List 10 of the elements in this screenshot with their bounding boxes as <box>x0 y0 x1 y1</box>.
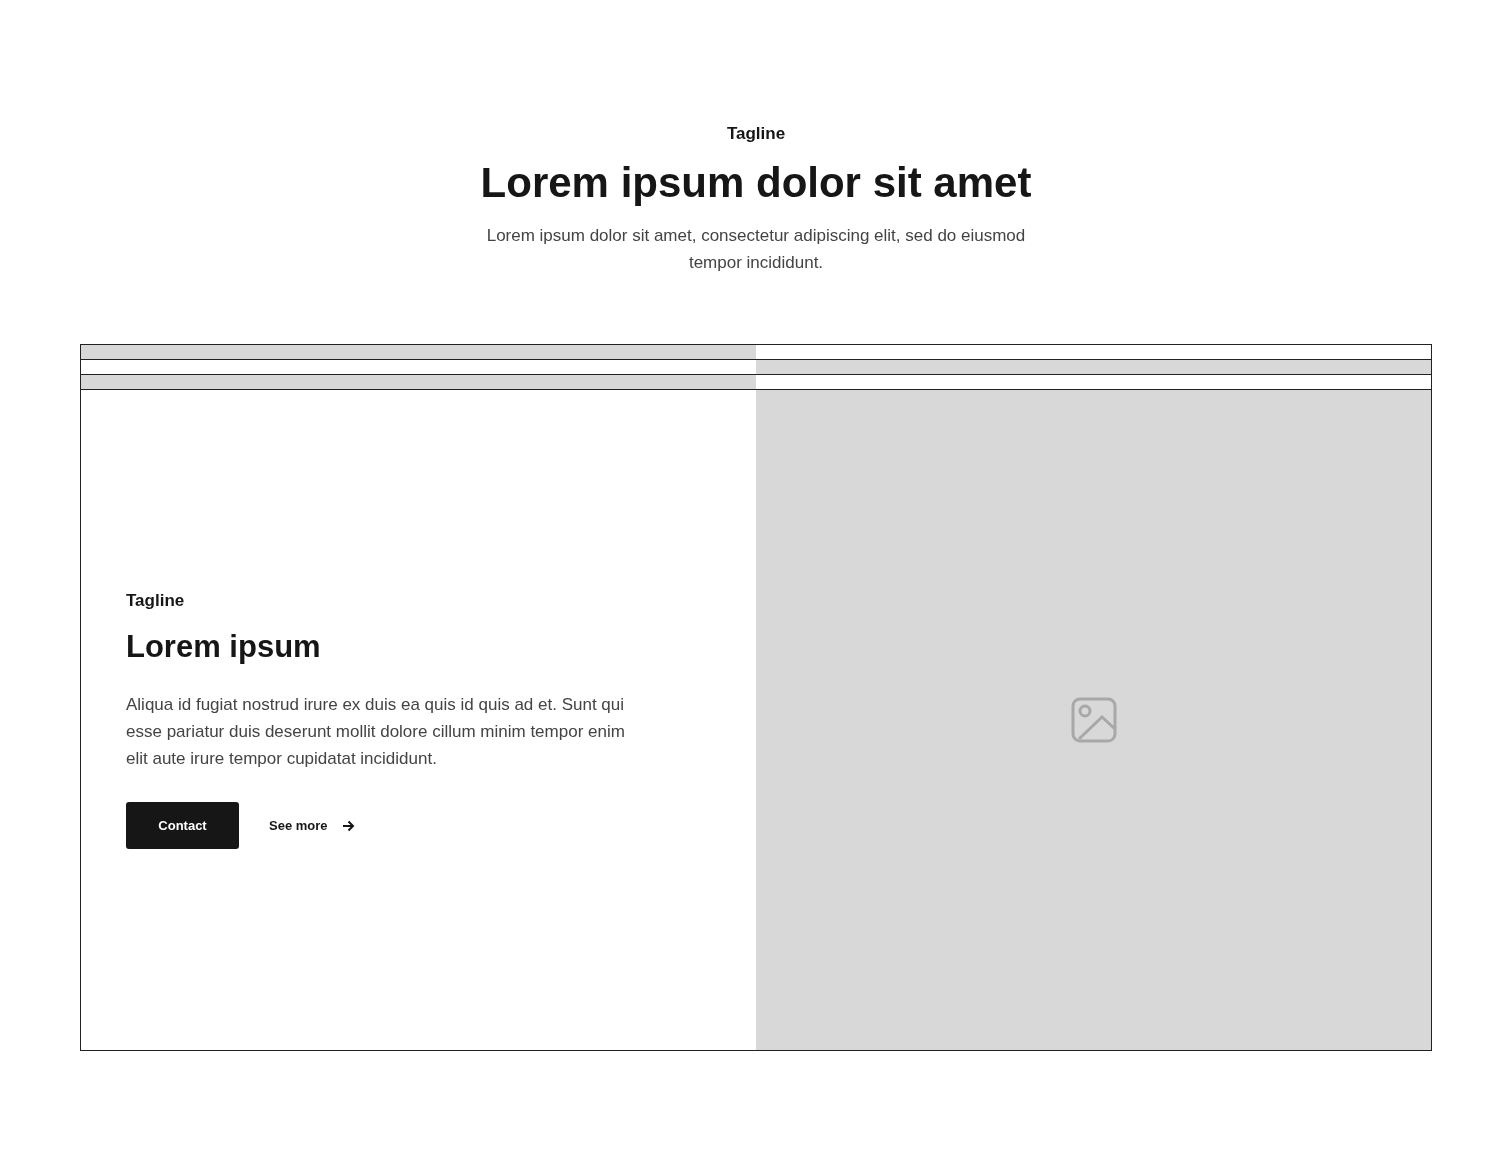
tagline: Tagline <box>726 124 786 144</box>
section-title: Lorem ipsum <box>126 629 321 666</box>
contact-button[interactable]: Contact <box>126 802 239 850</box>
arrow-right-icon <box>341 819 355 832</box>
image-icon <box>1070 697 1117 744</box>
subtitle: Lorem ipsum dolor sit amet, consectetur adipiscing elit, sed do eiusmod tempor incididunt. <box>486 225 1026 275</box>
tagline: Tagline <box>126 591 185 612</box>
page-title: Lorem ipsum dolor sit amet <box>480 158 1032 208</box>
body-text: Aliqua id fugiat nostrud irure ex duis ea quis id quis ad et. Sunt qui esse pariatur duis deserunt mollit dolore cillum minim tempor enim elit aute irure tempor cupidatat incididunt. <box>126 694 626 771</box>
see-more-link[interactable]: See more <box>269 818 355 834</box>
